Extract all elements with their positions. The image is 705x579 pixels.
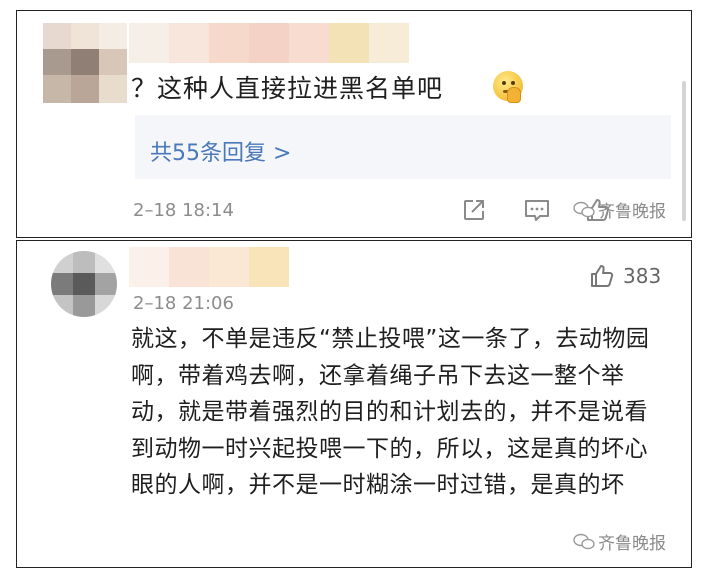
view-replies-link[interactable]: 共55条回复 > (150, 135, 291, 167)
watermark-text: 齐鲁晚报 (598, 534, 666, 554)
username-redacted[interactable] (129, 23, 409, 63)
watermark: 齐鲁晚报 (573, 197, 666, 222)
timestamp: 2–18 18:14 (133, 200, 234, 221)
timestamp: 2–18 21:06 (133, 293, 234, 314)
scrollbar[interactable] (682, 81, 686, 221)
comment-icon[interactable] (523, 197, 551, 223)
watermark: 齐鲁晚报 (573, 529, 666, 554)
thinking-face-emoji (493, 71, 523, 103)
comment-card-2: 383 2–18 21:06 就这，不单是违反“禁止投喂”这一条了，去动物园啊，… (16, 240, 692, 568)
avatar[interactable] (51, 251, 117, 317)
avatar[interactable] (43, 23, 127, 103)
comment-text: 就这，不单是违反“禁止投喂”这一条了，去动物园啊，带着鸡去啊，还拿着绳子吊下去这… (131, 326, 650, 498)
watermark-text: 齐鲁晚报 (598, 202, 666, 222)
wechat-icon (573, 201, 595, 217)
wechat-icon (573, 533, 595, 549)
thumbs-up-icon (591, 265, 614, 287)
comment-card-1: ？这种人直接拉进黑名单吧 共55条回复 > 2–18 18:14 齐鲁晚报 (16, 10, 692, 238)
like-count: 383 (623, 264, 662, 288)
comment-text: ？这种人直接拉进黑名单吧 (131, 74, 444, 103)
username-redacted[interactable] (129, 247, 289, 287)
share-icon[interactable] (461, 197, 487, 223)
replies-box[interactable]: 共55条回复 > (135, 115, 671, 179)
like-button[interactable]: 383 (589, 263, 661, 289)
